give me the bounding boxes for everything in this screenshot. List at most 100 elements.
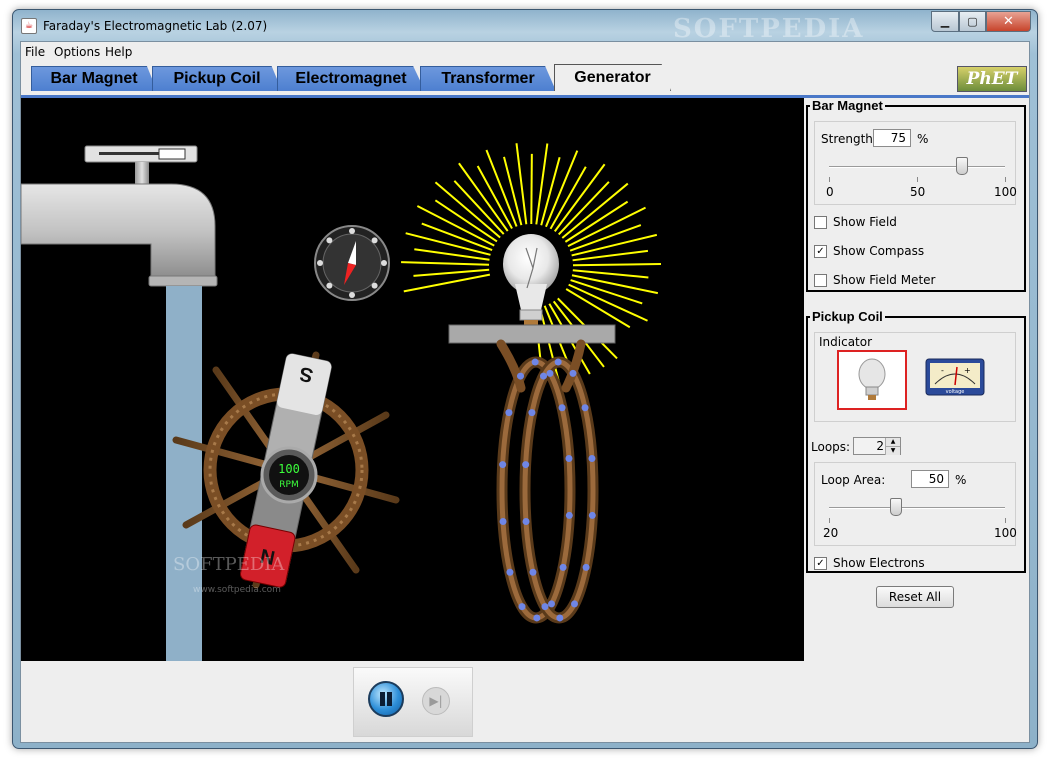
lightbulb-icon: [858, 358, 886, 400]
simulation-canvas[interactable]: S N 100 RPM SOFTPEDIA www.softpedia.com: [21, 98, 804, 661]
electron: [522, 461, 530, 469]
strength-input[interactable]: 75: [873, 129, 911, 147]
show-electrons-checkbox[interactable]: ✓ Show Electrons: [814, 556, 925, 570]
light-ray: [413, 268, 490, 277]
indicator-lightbulb-option[interactable]: [837, 350, 907, 410]
light-ray: [453, 180, 505, 235]
strength-slider-track[interactable]: [829, 166, 1005, 168]
show-compass-box[interactable]: ✓: [814, 244, 827, 258]
voltmeter-icon: - + voltage: [925, 358, 985, 396]
light-ray: [401, 261, 490, 266]
pause-button[interactable]: [368, 681, 404, 717]
menu-options[interactable]: Options: [54, 45, 100, 59]
light-ray: [403, 273, 491, 293]
indicator-voltmeter-option[interactable]: - + voltage: [925, 358, 985, 396]
loop-area-slider-thumb[interactable]: [890, 498, 902, 516]
tab-transformer[interactable]: Transformer: [420, 66, 556, 91]
show-electrons-box[interactable]: ✓: [814, 556, 827, 570]
strength-tick-50: [917, 177, 918, 182]
tab-electromagnet[interactable]: Electromagnet: [277, 66, 425, 91]
electron: [528, 409, 536, 417]
loops-up-icon[interactable]: ▲: [885, 438, 900, 446]
electron: [554, 358, 562, 366]
loop-area-label: Loop Area:: [821, 473, 886, 487]
maximize-button[interactable]: ▢: [959, 11, 986, 32]
pickup-coil[interactable]: [496, 339, 599, 624]
java-icon: ☕: [21, 18, 37, 34]
step-button[interactable]: ▶|: [422, 687, 450, 715]
electron: [522, 518, 530, 526]
rpm-value: 100: [278, 462, 300, 476]
electron: [499, 518, 507, 526]
loops-down-icon[interactable]: ▼: [885, 446, 900, 455]
tab-bar: Bar Magnet Pickup Coil Electromagnet Tra…: [21, 62, 1029, 96]
close-button[interactable]: ✕: [986, 11, 1031, 32]
electron: [565, 511, 573, 519]
electron: [499, 461, 507, 469]
indicator-box: Indicator - + voltage: [814, 332, 1016, 422]
loop-area-box: Loop Area: 50 % 20 100: [814, 462, 1017, 546]
strength-slider-thumb[interactable]: [956, 157, 968, 175]
tab-pickup-coil[interactable]: Pickup Coil: [152, 66, 282, 91]
electron: [588, 511, 596, 519]
loop-area-unit: %: [955, 473, 967, 487]
show-compass-checkbox[interactable]: ✓ Show Compass: [814, 244, 924, 258]
watermark-center: SOFTPEDIA: [173, 554, 285, 575]
light-ray: [570, 279, 643, 305]
electron: [541, 603, 549, 611]
phet-logo[interactable]: PhET: [957, 66, 1027, 92]
tab-generator[interactable]: Generator: [554, 64, 671, 91]
electron: [546, 369, 554, 377]
show-field-meter-label: Show Field Meter: [833, 273, 936, 287]
electron: [556, 614, 564, 622]
show-compass-label: Show Compass: [833, 244, 925, 258]
tab-bar-magnet[interactable]: Bar Magnet: [31, 66, 157, 91]
electron: [582, 563, 590, 571]
light-ray: [572, 269, 649, 279]
title-bar[interactable]: ☕ Faraday's Electromagnetic Lab (2.07) S…: [13, 10, 1037, 44]
electron: [505, 409, 513, 417]
pickup-coil-panel-title: Pickup Coil: [812, 309, 883, 324]
menu-file[interactable]: File: [25, 45, 45, 59]
show-field-meter-checkbox[interactable]: Show Field Meter: [814, 273, 935, 287]
strength-tick-label-100: 100: [994, 185, 1017, 199]
rpm-gauge: 100 RPM: [260, 446, 318, 504]
light-ray: [558, 181, 610, 236]
bar-magnet-panel-title: Bar Magnet: [812, 98, 883, 113]
indicator-label: Indicator: [819, 335, 873, 349]
strength-tick-label-0: 0: [826, 185, 834, 199]
loop-area-tick-label-100: 100: [994, 526, 1017, 540]
loops-spinner[interactable]: 2 ▲ ▼: [853, 437, 901, 455]
menu-help[interactable]: Help: [105, 45, 132, 59]
voltmeter-label: voltage: [946, 389, 965, 395]
reset-all-button[interactable]: Reset All: [876, 586, 954, 608]
electron: [506, 568, 514, 576]
show-field-meter-box[interactable]: [814, 273, 827, 287]
app-window: ☕ Faraday's Electromagnetic Lab (2.07) S…: [12, 9, 1038, 749]
faucet[interactable]: [21, 145, 218, 287]
loop-area-tick-100: [1005, 518, 1006, 523]
control-panel: Bar Magnet Strength: 75 % 0 50 100 Show …: [804, 98, 1029, 661]
strength-tick-100: [1005, 177, 1006, 182]
loop-area-input[interactable]: 50: [911, 470, 949, 488]
loops-label: Loops:: [811, 440, 851, 454]
compass[interactable]: [314, 225, 390, 301]
show-field-box[interactable]: [814, 215, 827, 229]
window-title: Faraday's Electromagnetic Lab (2.07): [43, 19, 268, 33]
rpm-unit: RPM: [279, 480, 298, 490]
minimize-button[interactable]: ▁: [931, 11, 959, 32]
light-ray: [572, 262, 661, 267]
step-icon: ▶|: [429, 694, 443, 708]
show-field-checkbox[interactable]: Show Field: [814, 215, 897, 229]
clock-controls: ▶|: [353, 667, 473, 737]
electron: [531, 358, 539, 366]
strength-tick-0: [829, 177, 830, 182]
electron: [588, 454, 596, 462]
light-bulb: [503, 234, 559, 325]
electron: [559, 563, 567, 571]
electron: [533, 614, 541, 622]
loop-area-slider-track[interactable]: [829, 507, 1005, 509]
close-icon: ✕: [1003, 14, 1014, 29]
electron: [558, 404, 566, 412]
electron: [581, 404, 589, 412]
